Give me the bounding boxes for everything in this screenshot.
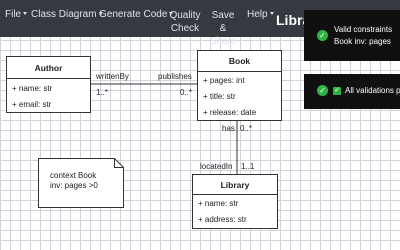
- checkbox-checked-icon: ✓: [333, 87, 341, 95]
- class-book-attr-title: + title: str: [203, 92, 236, 101]
- multiplicity-book-side: 0..*: [180, 88, 193, 97]
- class-author-name: Author: [7, 57, 90, 79]
- role-has: has: [222, 124, 235, 133]
- class-author-attr-name: + name: str: [12, 84, 53, 93]
- class-book[interactable]: Book + pages: int + title: str + release…: [197, 50, 282, 121]
- note-line-2: inv: pages >0: [50, 181, 98, 190]
- toast-constraints-line2: Book inv: pages: [334, 37, 391, 46]
- role-located-in: locatedIn: [200, 162, 233, 171]
- class-author-attr-email: + email: str: [12, 100, 52, 109]
- toast-validations-text: All validations p: [345, 86, 400, 95]
- multiplicity-author-side: 1..*: [96, 88, 109, 97]
- role-publishes: publishes: [158, 72, 192, 81]
- class-book-name: Book: [198, 51, 281, 72]
- note-line-1: context Book: [50, 171, 97, 180]
- role-written-by: writtenBy: [96, 72, 129, 81]
- class-book-attr-pages: + pages: int: [203, 76, 245, 85]
- toast-valid-constraints[interactable]: ✓ Valid constraints Book inv: pages: [304, 10, 400, 61]
- check-circle-icon: ✓: [317, 30, 328, 41]
- class-library-attr-name: + name: str: [198, 199, 239, 208]
- toast-constraints-line1: Valid constraints: [334, 25, 393, 34]
- class-library[interactable]: Library + name: str + address: str: [192, 174, 278, 229]
- ocl-note[interactable]: context Book inv: pages >0: [38, 158, 124, 208]
- check-circle-icon: ✓: [317, 85, 328, 96]
- multiplicity-located-in: 1..1: [241, 162, 255, 171]
- multiplicity-has: 0..*: [240, 124, 253, 133]
- toast-all-validations[interactable]: ✓ ✓ All validations p: [304, 74, 400, 109]
- class-book-attr-release: + release: date: [203, 108, 257, 117]
- class-library-name: Library: [193, 175, 277, 195]
- class-author[interactable]: Author + name: str + email: str: [6, 56, 91, 113]
- class-library-attr-address: + address: str: [198, 215, 247, 224]
